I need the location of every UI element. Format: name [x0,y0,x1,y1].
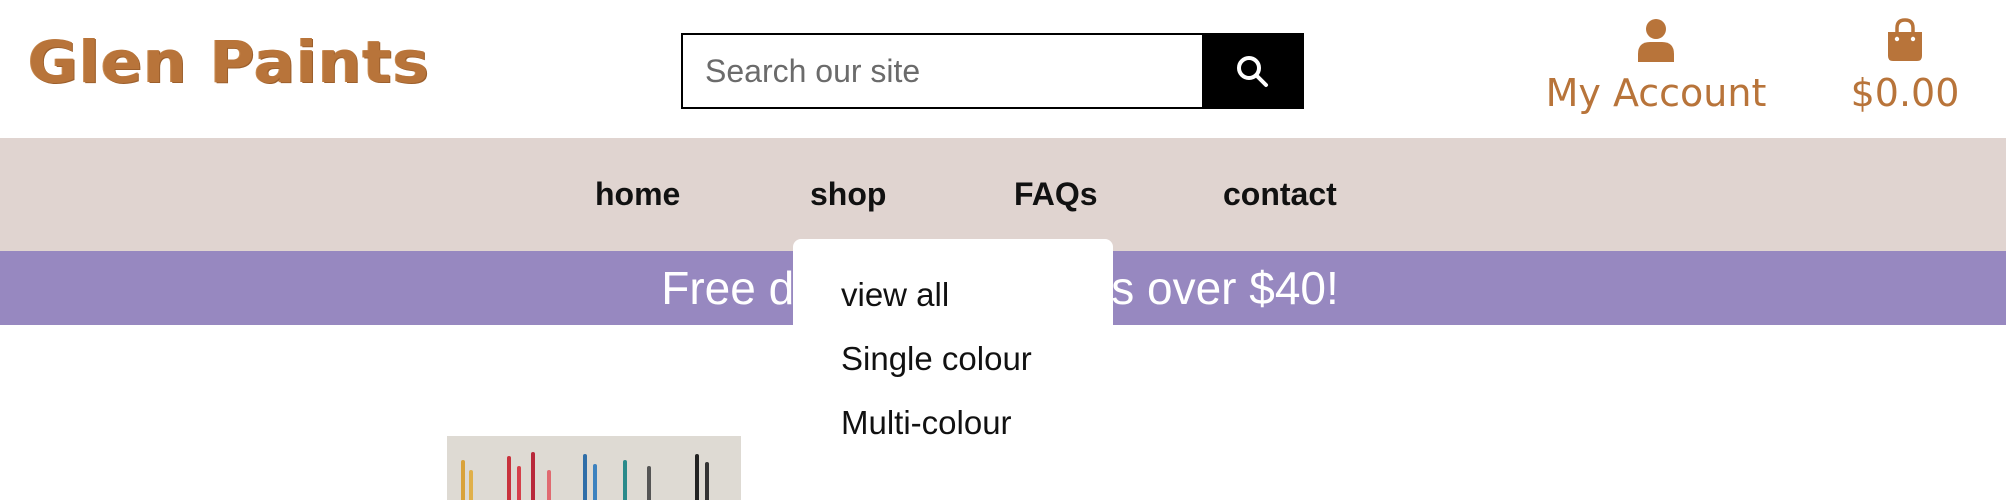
product-image[interactable] [447,436,741,500]
cart-total: $0.00 [1850,71,1960,115]
search-button[interactable] [1202,35,1302,107]
nav-item-home[interactable]: home [595,176,680,212]
paint-splash [583,454,587,500]
paint-splash [695,454,699,500]
dropdown-item-multi-colour[interactable]: Multi-colour [793,395,1113,459]
site-logo[interactable]: Glen Paints [28,30,430,94]
my-account-label: My Account [1545,71,1767,115]
search-form [681,33,1304,109]
paint-splash [507,456,511,500]
search-input[interactable] [683,35,1202,107]
paint-splash [461,460,465,500]
my-account-link[interactable]: My Account [1540,18,1772,118]
paint-splash [623,460,627,500]
user-icon [1540,18,1772,66]
dropdown-item-single-colour[interactable]: Single colour [793,331,1113,395]
paint-splash [469,470,473,500]
nav-item-contact[interactable]: contact [1223,176,1337,212]
paint-splash [647,466,651,500]
shop-dropdown-menu: view all Single colour Multi-colour [793,239,1113,449]
site-header: Glen Paints My Account $0 [0,0,2006,138]
nav-item-faqs[interactable]: FAQs [1014,176,1098,212]
cart-link[interactable]: $0.00 [1845,18,1965,118]
search-icon [1237,56,1268,87]
paint-splash [593,464,597,500]
paint-splash [531,452,535,500]
nav-item-shop[interactable]: shop [810,176,886,212]
paint-splash [517,466,521,500]
paint-splash [547,470,551,500]
main-nav: home shop FAQs contact [0,138,2006,251]
shopping-bag-icon [1845,18,1965,66]
dropdown-item-view-all[interactable]: view all [793,267,1113,331]
paint-splash [705,462,709,500]
